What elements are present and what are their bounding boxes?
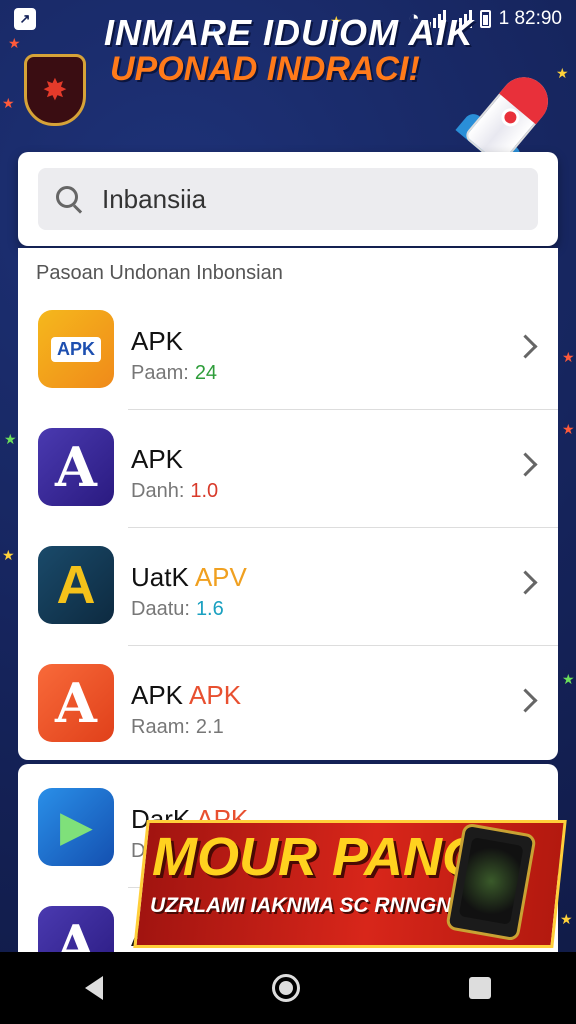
star-icon: ★ [562, 421, 575, 437]
app-meta: Paam: 24 [131, 362, 218, 384]
app-meta: Daatu: 1.6 [131, 598, 224, 620]
banner-subtitle: UPONAD INDRACI! [110, 50, 420, 88]
banner-title: INMARE IDUIOM AIK [104, 12, 474, 53]
list-item[interactable]: A UatK APV Daatu: 1.6 [18, 528, 558, 646]
chevron-right-icon [513, 334, 538, 359]
notification-icon: ↗ [14, 8, 36, 30]
section-header: Pasoan Undonan Inbonsian [36, 262, 283, 284]
star-icon: ★ [562, 349, 575, 365]
system-nav-bar [0, 952, 576, 1024]
recents-icon[interactable] [469, 977, 492, 999]
app-icon: A [38, 428, 114, 506]
list-item[interactable]: A APK APK Raam: 2.1 [18, 646, 558, 760]
list-item[interactable]: APK APK Paam: 24 [18, 292, 558, 410]
app-icon: A [38, 664, 114, 742]
app-icon: A [38, 546, 114, 624]
star-icon: ★ [2, 547, 15, 563]
chevron-right-icon [513, 688, 538, 713]
search-query: Inbansiia [102, 183, 207, 214]
status-time: 1 82:90 [498, 8, 562, 29]
star-icon: ★ [4, 431, 17, 447]
search-card: Inbansiia [18, 152, 558, 246]
app-icon: ▶ [38, 788, 114, 866]
app-icon: APK [38, 310, 114, 388]
app-name: UatK APV [131, 562, 247, 592]
chevron-right-icon [513, 570, 538, 595]
home-icon[interactable] [271, 974, 300, 1002]
app-meta: Danh: 1.0 [131, 480, 219, 502]
star-icon: ★ [560, 911, 573, 927]
app-name: APK APK [131, 680, 242, 710]
chevron-right-icon [513, 452, 538, 477]
battery-icon [479, 10, 491, 28]
emblem-logo: ✸ [24, 54, 86, 126]
app-list: Pasoan Undonan Inbonsian APK APK Paam: 24… [18, 248, 558, 760]
back-icon[interactable] [84, 976, 103, 1000]
search-icon [54, 184, 84, 214]
search-input[interactable]: Inbansiia [38, 168, 538, 230]
app-name: APK [131, 444, 184, 474]
star-icon: ★ [562, 671, 575, 687]
app-meta: Raam: 2.1 [131, 716, 224, 738]
list-item[interactable]: A APK Danh: 1.0 [18, 410, 558, 528]
promo-title: MOUR PANG! [152, 827, 502, 887]
app-name: APK [131, 326, 184, 356]
